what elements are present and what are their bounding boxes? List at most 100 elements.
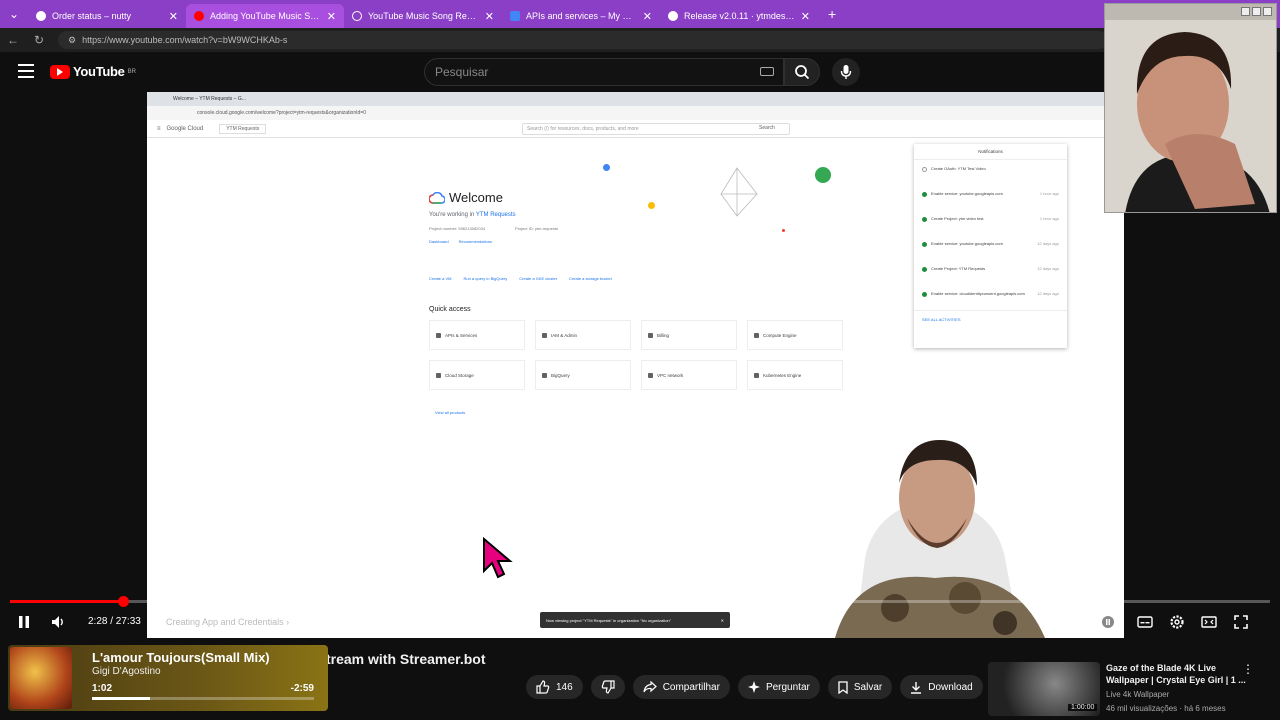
browser-tab-strip: ⌄ Order status – nutty ✕ Adding YouTube … [0,0,1280,28]
notification-time: 12 days ago [1037,241,1059,246]
close-icon [1263,7,1272,16]
url-input[interactable]: ⚙ https://www.youtube.com/watch?v=bW9WCH… [58,31,1108,49]
search-icon [795,65,810,80]
recommended-title[interactable]: Gaze of the Blade 4K Live Wallpaper | Cr… [1106,662,1246,686]
project-selector: YTM Requests [219,123,267,134]
ask-button[interactable]: Perguntar [737,675,820,699]
decor-dot [815,167,831,183]
action-create-vm: Create a VM [429,276,452,281]
reactor-face-image [1105,4,1276,212]
tab-close-icon[interactable]: ✕ [327,10,336,23]
check-icon [922,192,927,197]
gc-search-text: Search (/) for resources, docs, products… [527,126,639,132]
sparkle-icon [747,681,760,693]
back-arrow-icon[interactable]: ← [0,33,26,47]
network-icon [648,372,653,378]
settings-button[interactable] [1167,608,1187,636]
notification-time: 1 hour ago [1039,216,1059,221]
share-button[interactable]: Compartilhar [632,675,730,699]
view-all-products-link: View all products [435,410,466,415]
dashboard-link: Dashboard [429,239,449,244]
qa-label: Billing [657,332,670,338]
progress-scrubber[interactable] [118,596,130,607]
now-playing-overlay: L'amour Toujours(Small Mix) Gigi D'Agost… [8,645,328,711]
shield-icon [542,332,547,338]
action-gke-cluster: Create a GKE cluster [519,276,558,281]
google-cloud-logo: Google Cloud [166,125,204,132]
share-label: Compartilhar [662,681,720,693]
keyboard-icon[interactable] [760,67,774,76]
search-input[interactable]: Pesquisar [424,58,784,86]
bigquery-icon [542,372,547,378]
autoplay-toggle[interactable] [1100,608,1116,636]
qa-label: BigQuery [551,372,570,378]
tab-title: APIs and services – My Project 70 [526,11,637,21]
maximize-icon [1252,7,1261,16]
browser-tab[interactable]: YouTube Music Song Requests an ✕ [344,4,502,28]
tab-close-icon[interactable]: ✕ [485,10,494,23]
tab-search-chevron-icon[interactable]: ⌄ [0,0,28,28]
theater-mode-button[interactable] [1199,608,1219,636]
new-tab-plus-icon[interactable]: + [818,6,846,22]
qa-label: Cloud Storage [445,372,474,378]
inner-menu-icon: ≡ [157,125,161,132]
decor-triangle-icon [720,167,758,217]
recommended-duration: 1:00:00 [1068,704,1098,711]
pause-icon [19,616,29,628]
youtube-play-icon [50,64,70,79]
save-button[interactable]: Salvar [827,675,893,699]
browser-tab[interactable]: Release v2.0.11 · ytmdesktop/ytm ✕ [660,4,818,28]
pause-button[interactable] [14,608,34,636]
recommended-video[interactable]: 1:00:00 Gaze of the Blade 4K Live Wallpa… [988,660,1268,716]
fullscreen-button[interactable] [1231,608,1251,636]
pending-icon [922,167,927,172]
menu-hamburger-icon[interactable] [18,64,34,78]
qa-label: VPC network [657,372,684,378]
notification-item: Enable service: cloudidentityconsent.goo… [914,285,1067,310]
song-current-time: 1:02 [92,683,113,694]
quick-access-item: IAM & Admin [535,320,631,350]
reload-icon[interactable]: ↻ [26,33,52,47]
tab-close-icon[interactable]: ✕ [643,10,652,23]
video-progress-bar[interactable] [10,596,1270,607]
minimize-icon [1241,7,1250,16]
browser-tab[interactable]: APIs and services – My Project 70 ✕ [502,4,660,28]
browser-tab-active[interactable]: Adding YouTube Music Song Requ ✕ [186,4,344,28]
welcome-links: Dashboard Recommendations [429,239,558,244]
voice-search-button[interactable] [832,58,860,86]
gc-search-box: Search (/) for resources, docs, products… [522,123,790,135]
download-button[interactable]: Download [900,675,983,699]
volume-button[interactable] [48,608,68,636]
welcome-heading: Welcome [429,190,558,205]
tab-close-icon[interactable]: ✕ [801,10,810,23]
browser-tab[interactable]: Order status – nutty ✕ [28,4,186,28]
bookmark-icon [838,680,848,694]
song-artist: Gigi D'Agostino [92,666,161,677]
quick-access-item: BigQuery [535,360,631,390]
notifications-panel: Notifications Create OAuth: YTM Test Vid… [914,144,1067,348]
volume-icon [52,616,63,628]
notification-time: 1 hour ago [1039,191,1059,196]
more-vertical-icon[interactable]: ⋮ [1242,662,1254,676]
dislike-button[interactable] [590,675,625,699]
url-text: https://www.youtube.com/watch?v=bW9WCHKA… [82,35,288,45]
subtitles-button[interactable] [1135,608,1155,636]
google-cloud-header: ≡ Google Cloud YTM Requests Search (/) f… [147,120,1124,138]
download-label: Download [928,681,973,693]
recommended-channel[interactable]: Live 4k Wallpaper [1106,690,1169,699]
inner-url: console.cloud.google.com/welcome?project… [197,110,366,116]
working-in-project: YTM Requests [475,212,516,218]
site-info-icon[interactable]: ⚙ [68,35,76,46]
search-button[interactable] [784,58,820,86]
time-display: 2:28 / 27:33 [88,616,141,627]
like-button[interactable]: 146 [526,675,583,699]
quick-access-item: Kubernetes Engine [747,360,843,390]
notification-item: Enable service: youtube.googleapis.com 12… [914,235,1067,260]
youtube-logo[interactable]: YouTube BR [50,64,136,79]
subtitles-icon [1137,616,1153,628]
quick-access-item: VPC network [641,360,737,390]
chapter-button[interactable]: Creating App and Credentials › [154,611,302,633]
share-icon [643,681,657,693]
github-favicon-icon [668,11,678,21]
tab-close-icon[interactable]: ✕ [169,10,178,23]
